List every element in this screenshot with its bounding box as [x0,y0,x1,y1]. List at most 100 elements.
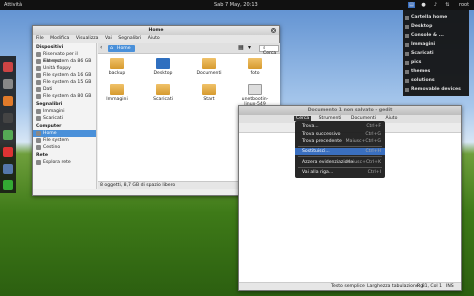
opera-icon[interactable] [3,147,13,157]
menu-separator [298,167,382,168]
vlc-icon[interactable] [3,96,13,106]
accessibility-icon[interactable]: ● [420,2,427,8]
drive-icon [36,80,41,85]
sidebar-item-device[interactable]: Unità floppy [33,65,96,72]
back-arrow-icon[interactable]: ‹ [100,44,102,51]
places-item-themes[interactable]: themes [403,68,469,76]
folder-icon [405,34,409,38]
menu-item-find-next[interactable]: Trova successivo Ctrl+G [295,131,385,138]
sidebar-item-device[interactable]: Dati [33,86,96,93]
places-item-pictures[interactable]: Immagini [403,41,469,49]
sidebar-item-device[interactable]: File system da 86 GB [33,58,96,65]
menu-separator [298,156,382,157]
bookmarks-header: Segnalibri [36,102,63,107]
language-selector[interactable]: Testo semplice [331,283,365,291]
menu-view[interactable]: Visualizza [76,36,99,41]
menu-item-find[interactable]: Trova... Ctrl+F [295,123,385,130]
file-item[interactable]: Scaricati [148,84,178,102]
search-menu: Trova... Ctrl+F Trova successivo Ctrl+G Tr… [295,121,385,178]
file-item[interactable]: Immagini [102,84,132,102]
menu-item-replace[interactable]: Sostituisci... Ctrl+H [295,148,385,155]
top-bar: Attività Sab 7 May, 20:13 ▤ ● ♪ ⇅ root [0,0,474,10]
places-item-console[interactable]: Console & ... [403,32,469,40]
places-item-removable[interactable]: Removable devices [403,86,469,94]
sidebar-item-pictures[interactable]: Immagini [33,108,96,115]
drive-icon [36,73,41,78]
network-icon[interactable]: ⇅ [444,2,451,8]
document-icon [248,84,262,95]
drive-icon [36,59,41,64]
file-item[interactable]: foto [240,58,270,76]
places-item-desktop[interactable]: Desktop [403,23,469,31]
home-icon [405,16,409,20]
chevron-down-icon[interactable]: ▾ [248,44,251,51]
drive-icon [405,88,409,92]
menu-item-clear-highlight[interactable]: Azzera evidenziazione Maiusc+Ctrl+K [295,159,385,166]
files-titlebar[interactable]: Home × [33,26,279,35]
trash-icon [36,145,41,150]
volume-icon[interactable]: ♪ [432,2,439,8]
network-icon [36,160,41,165]
home-icon [36,131,41,136]
sidebar-item-downloads[interactable]: Scaricati [33,115,96,122]
activities-button[interactable]: Attività [4,2,22,8]
file-item[interactable]: backup [102,58,132,76]
sidebar-item-device[interactable]: File system da 15 GB [33,79,96,86]
settings-icon[interactable] [3,164,13,174]
folder-icon [248,58,262,69]
grid-view-icon[interactable]: ▦ [238,44,244,51]
menu-help[interactable]: Aiuto [383,116,399,121]
sidebar-item-device[interactable]: File system da 16 GB [33,72,96,79]
devices-header: Dispositivi [36,45,64,50]
close-icon[interactable]: × [271,28,276,33]
file-item[interactable]: Desktop [148,58,178,76]
files-icon[interactable] [3,79,13,89]
apps-grid-icon[interactable] [3,180,13,190]
tab-width-selector[interactable]: Larghezza tabulazione: 8 [367,283,425,291]
sidebar-item-device[interactable]: Riservato per il sistema [33,51,96,64]
drive-icon [36,52,41,57]
clock[interactable]: Sab 7 May, 20:13 [214,2,258,8]
editor-title: Documento 1 non salvato - gedit [307,108,393,113]
places-menu: Cartella home Desktop Console & ... Imma… [403,10,469,96]
menu-item-find-previous[interactable]: Trova precedente Maiusc+Ctrl+G [295,138,385,145]
folder-icon [202,58,216,69]
downloads-folder-icon [156,84,170,95]
insert-mode: INS [446,284,454,289]
folder-icon [202,84,216,95]
file-item[interactable]: unetbootin-linux-549 [236,84,274,107]
terminal-icon[interactable] [3,113,13,123]
software-icon[interactable] [3,130,13,140]
folder-icon [405,43,409,47]
sidebar-item-device[interactable]: File system da 80 GB [33,93,96,100]
search-input[interactable]: ⌕ Cerca [259,45,279,56]
sidebar-item-trash[interactable]: Cestino [33,144,96,151]
menu-go[interactable]: Vai [105,36,112,41]
places-tray-icon[interactable]: ▤ [408,2,415,8]
floppy-icon [36,66,41,71]
menu-item-go-to-line[interactable]: Vai alla riga... Ctrl+I [295,169,385,176]
user-menu[interactable]: root [459,2,469,8]
places-item-home[interactable]: Cartella home [403,14,469,22]
file-item[interactable]: Start [194,84,224,102]
menu-edit[interactable]: Modifica [50,36,69,41]
breadcrumb-home[interactable]: ⌂ Home [108,45,135,52]
places-item-downloads[interactable]: Scaricati [403,50,469,58]
sidebar-item-filesystem[interactable]: File system [33,137,96,144]
home-icon: ⌂ [110,46,113,51]
menu-file[interactable]: File [36,36,44,41]
sidebar-item-network[interactable]: Esplora rete [33,159,96,166]
menu-help[interactable]: Aiuto [148,36,160,41]
editor-titlebar[interactable]: Documento 1 non salvato - gedit [239,106,461,115]
files-title: Home [148,28,164,33]
sidebar-item-home[interactable]: Home [33,130,96,137]
files-menubar: File Modifica Visualizza Vai Segnalibri … [33,35,279,43]
menu-bookmarks[interactable]: Segnalibri [118,36,141,41]
places-item-solutions[interactable]: solutions [403,77,469,85]
folder-icon [110,58,124,69]
firefox-icon[interactable] [3,62,13,72]
dock [0,56,16,193]
folder-icon [405,79,409,83]
places-item-pics[interactable]: pics [403,59,469,67]
file-item[interactable]: Documenti [194,58,224,76]
